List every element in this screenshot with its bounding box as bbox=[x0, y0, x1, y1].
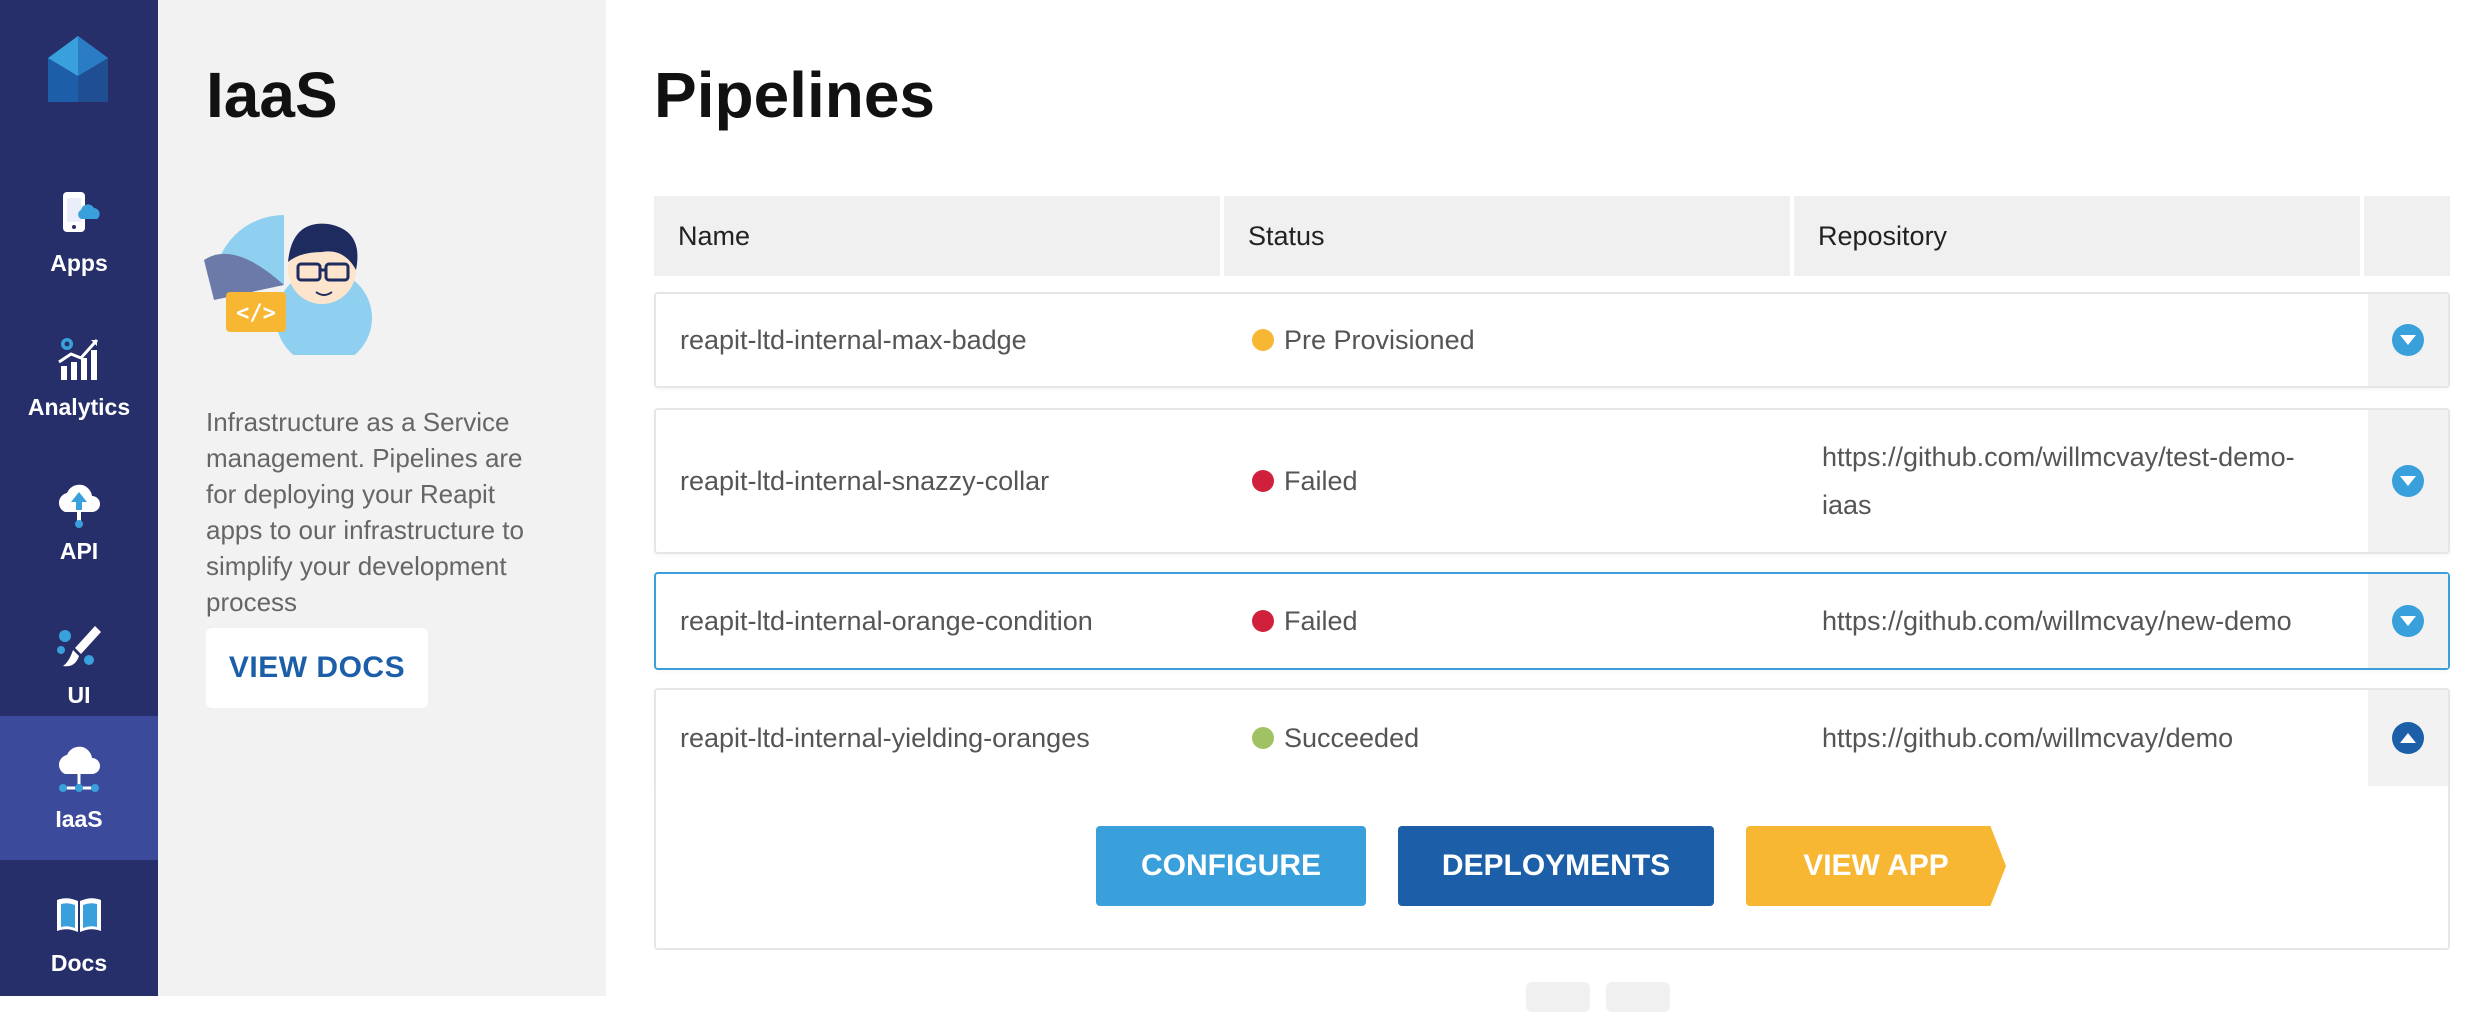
pagination-prev-button[interactable] bbox=[1526, 982, 1590, 1012]
pipeline-name: reapit-ltd-internal-yielding-oranges bbox=[680, 722, 1090, 753]
nav-label-analytics: Analytics bbox=[27, 393, 131, 420]
deployments-button[interactable]: DEPLOYMENTS bbox=[1398, 826, 1714, 906]
panel-description: Infrastructure as a Service management. … bbox=[206, 407, 524, 617]
pipeline-name: reapit-ltd-internal-orange-condition bbox=[680, 605, 1093, 636]
column-header-name: Name bbox=[654, 196, 1220, 276]
nav-item-analytics[interactable]: Analytics bbox=[0, 304, 158, 448]
pipeline-status: Succeeded bbox=[1252, 690, 1772, 786]
table-header: Name Status Repository bbox=[654, 196, 2450, 276]
nav-item-apps[interactable]: Apps bbox=[0, 160, 158, 304]
analytics-chart-icon bbox=[58, 337, 99, 380]
svg-text:</>: </> bbox=[236, 301, 276, 326]
table-row[interactable]: reapit-ltd-internal-orange-condition Fai… bbox=[654, 572, 2450, 670]
nav-label-docs: Docs bbox=[50, 949, 108, 976]
nav-item-iaas[interactable]: IaaS bbox=[0, 716, 158, 860]
table-row[interactable]: reapit-ltd-internal-snazzy-collar Failed… bbox=[654, 408, 2450, 554]
status-dot-icon bbox=[1252, 610, 1274, 632]
column-header-actions bbox=[2364, 196, 2450, 276]
pipeline-repository: https://github.com/willmcvay/demo bbox=[1822, 723, 2234, 753]
status-label: Succeeded bbox=[1284, 722, 1420, 753]
nav-label-apps: Apps bbox=[50, 249, 108, 276]
pipeline-name: reapit-ltd-internal-max-badge bbox=[680, 324, 1027, 355]
nav-item-ui[interactable]: UI bbox=[0, 592, 158, 736]
status-dot-icon bbox=[1252, 727, 1274, 749]
developer-illustration: </> bbox=[204, 215, 372, 355]
status-dot-icon bbox=[1252, 329, 1274, 351]
chevron-down-icon bbox=[2392, 324, 2424, 356]
pipeline-status: Pre Provisioned bbox=[1252, 294, 1772, 386]
paint-brush-icon bbox=[57, 625, 101, 666]
table-row[interactable]: reapit-ltd-internal-max-badge Pre Provis… bbox=[654, 292, 2450, 388]
pipeline-status: Failed bbox=[1252, 410, 1772, 552]
nav-label-ui: UI bbox=[67, 681, 91, 708]
info-panel: IaaS </> Infrastructure as a Service man… bbox=[158, 0, 606, 996]
cloud-upload-icon bbox=[58, 484, 100, 528]
cloud-network-icon bbox=[58, 746, 100, 792]
pipeline-repository: https://github.com/willmcvay/test-demo-i… bbox=[1822, 442, 2295, 520]
chevron-down-icon bbox=[2392, 465, 2424, 497]
page-title: Pipelines bbox=[654, 59, 935, 131]
reapit-logo[interactable] bbox=[0, 30, 158, 110]
status-label: Pre Provisioned bbox=[1284, 324, 1475, 355]
view-docs-button[interactable]: VIEW DOCS bbox=[206, 628, 428, 708]
reapit-logo-icon bbox=[48, 36, 108, 102]
table-row[interactable]: reapit-ltd-internal-yielding-oranges Suc… bbox=[654, 688, 2450, 786]
row-expanded-actions: CONFIGURE DEPLOYMENTS VIEW APP bbox=[654, 786, 2450, 950]
nav-label-api: API bbox=[59, 537, 99, 564]
pipeline-repository bbox=[1822, 294, 2322, 386]
row-expand-button[interactable] bbox=[2368, 574, 2448, 668]
main-content: Pipelines Name Status Repository reapit-… bbox=[606, 0, 2488, 1012]
row-expand-button[interactable] bbox=[2368, 294, 2448, 386]
nav-label-iaas: IaaS bbox=[55, 805, 103, 832]
chevron-up-icon bbox=[2392, 722, 2424, 754]
view-app-button[interactable]: VIEW APP bbox=[1746, 826, 2006, 906]
pipeline-repository: https://github.com/willmcvay/new-demo bbox=[1822, 606, 2292, 636]
status-label: Failed bbox=[1284, 465, 1358, 496]
column-header-status: Status bbox=[1224, 196, 1790, 276]
column-header-repository: Repository bbox=[1794, 196, 2360, 276]
row-expand-button[interactable] bbox=[2368, 410, 2448, 552]
panel-title: IaaS bbox=[206, 59, 338, 131]
chevron-down-icon bbox=[2392, 605, 2424, 637]
mobile-cloud-icon bbox=[63, 191, 100, 232]
row-collapse-button[interactable] bbox=[2368, 690, 2448, 786]
main-nav: Apps Analytics API UI IaaS Docs bbox=[0, 0, 158, 996]
pagination-next-button[interactable] bbox=[1606, 982, 1670, 1012]
pipeline-name: reapit-ltd-internal-snazzy-collar bbox=[680, 465, 1050, 496]
status-dot-icon bbox=[1252, 470, 1274, 492]
status-label: Failed bbox=[1284, 605, 1358, 636]
nav-item-docs[interactable]: Docs bbox=[0, 860, 158, 1004]
pipeline-status: Failed bbox=[1252, 574, 1772, 668]
configure-button[interactable]: CONFIGURE bbox=[1096, 826, 1366, 906]
open-book-icon bbox=[57, 897, 101, 932]
nav-item-api[interactable]: API bbox=[0, 448, 158, 592]
